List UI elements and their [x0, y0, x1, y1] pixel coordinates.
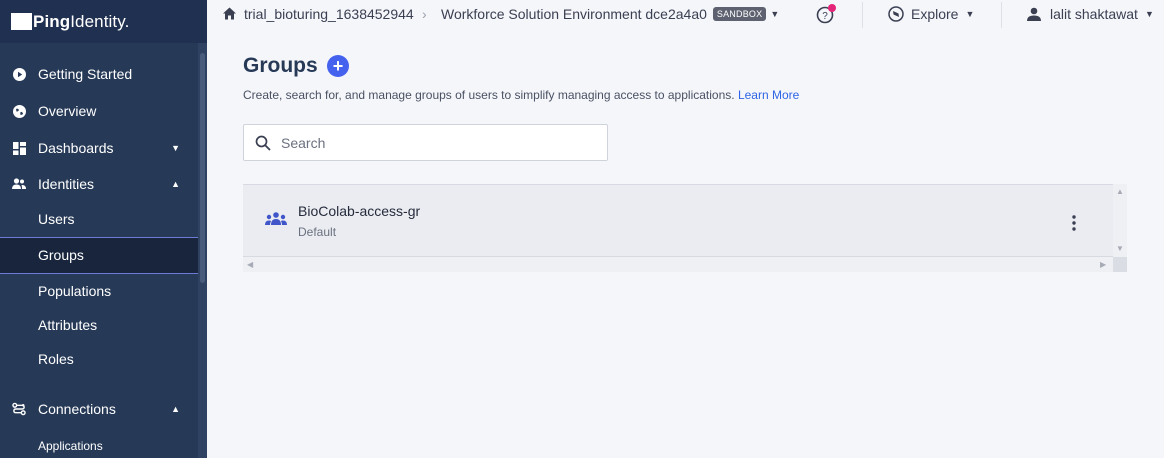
logo-light-text: Identity.	[70, 11, 130, 31]
sandbox-badge: SANDBOX	[712, 7, 767, 21]
chevron-down-icon: ▼	[1144, 9, 1154, 19]
scrollbar-corner	[1113, 257, 1127, 272]
group-name[interactable]: BioColab-access-gr	[298, 203, 420, 219]
sidebar-item-dashboards[interactable]: Dashboards ▼	[0, 137, 198, 159]
chevron-up-icon: ▲	[171, 404, 180, 414]
svg-text:?: ?	[822, 11, 828, 22]
explore-menu[interactable]: Explore ▼	[888, 6, 974, 22]
play-circle-icon	[12, 67, 26, 81]
compass-icon	[888, 6, 904, 22]
group-population: Default	[298, 225, 337, 239]
sidebar-item-attributes[interactable]: Attributes	[0, 308, 198, 342]
logo-bold-text: Ping	[33, 11, 71, 31]
page-description: Create, search for, and manage groups of…	[243, 88, 799, 102]
breadcrumb-environment: Workforce Solution Environment dce2a4a0	[441, 6, 707, 22]
sidebar-item-groups[interactable]: Groups	[0, 237, 198, 274]
globe-icon	[12, 104, 26, 118]
user-icon	[1027, 7, 1041, 21]
sidebar-item-label: Populations	[38, 283, 112, 299]
help-icon[interactable]: ?	[816, 4, 838, 27]
sidebar-item-overview[interactable]: Overview	[0, 100, 198, 122]
chevron-down-icon: ▼	[965, 9, 975, 19]
scroll-right-icon[interactable]: ▶	[1100, 260, 1106, 269]
horizontal-scrollbar[interactable]: ◀ ▶	[243, 257, 1113, 272]
sidebar-item-populations[interactable]: Populations	[0, 274, 198, 308]
sidebar-item-label: Attributes	[38, 317, 98, 333]
sidebar-item-label: Applications	[38, 439, 103, 453]
sidebar-item-label: Users	[38, 211, 75, 227]
sidebar-item-roles[interactable]: Roles	[0, 342, 198, 376]
description-text: Create, search for, and manage groups of…	[243, 88, 735, 102]
logo-mark	[11, 13, 32, 30]
sidebar: PingIdentity. Getting Started Overview D…	[0, 0, 207, 458]
dashboard-icon	[12, 141, 26, 155]
connections-icon	[12, 402, 26, 416]
sidebar-item-applications[interactable]: Applications	[0, 436, 198, 456]
sidebar-scrollbar-thumb[interactable]	[200, 53, 205, 283]
sidebar-item-label: Roles	[38, 351, 74, 367]
search-icon	[255, 135, 271, 151]
explore-label: Explore	[911, 6, 959, 22]
breadcrumb-org[interactable]: trial_bioturing_1638452944	[244, 6, 414, 22]
page-title: Groups	[243, 54, 318, 77]
group-icon	[265, 212, 287, 231]
groups-list: BioColab-access-gr Default ▲ ▼ ◀ ▶	[243, 184, 1127, 272]
ping-identity-logo[interactable]: PingIdentity.	[0, 0, 207, 43]
sidebar-item-label: Overview	[38, 103, 97, 119]
sidebar-item-connections[interactable]: Connections ▲	[0, 398, 198, 420]
user-menu[interactable]: lalit shaktawat ▼	[1027, 6, 1154, 22]
sidebar-item-label: Identities	[38, 176, 95, 192]
chevron-down-icon: ▼	[770, 9, 780, 19]
sidebar-scrollbar[interactable]	[198, 43, 207, 458]
environment-selector[interactable]: Workforce Solution Environment dce2a4a0 …	[441, 6, 779, 22]
more-options-icon[interactable]	[1066, 213, 1082, 233]
people-icon	[12, 177, 26, 191]
add-group-button[interactable]: +	[327, 55, 349, 77]
breadcrumb-separator: ›	[422, 6, 427, 22]
divider	[862, 2, 863, 28]
scroll-up-icon[interactable]: ▲	[1116, 187, 1124, 196]
scroll-down-icon[interactable]: ▼	[1116, 244, 1124, 253]
home-icon[interactable]	[223, 7, 236, 23]
sidebar-item-label: Dashboards	[38, 140, 114, 156]
sidebar-item-users[interactable]: Users	[0, 201, 198, 237]
sidebar-item-label: Getting Started	[38, 66, 133, 82]
sidebar-item-label: Groups	[38, 247, 84, 263]
sidebar-item-identities[interactable]: Identities ▲	[0, 173, 198, 195]
user-name: lalit shaktawat	[1050, 6, 1138, 22]
sidebar-item-getting-started[interactable]: Getting Started	[0, 63, 198, 85]
search-box[interactable]: Search	[243, 124, 608, 161]
learn-more-link[interactable]: Learn More	[738, 88, 799, 102]
search-input[interactable]: Search	[281, 135, 325, 151]
sidebar-item-label: Connections	[38, 401, 116, 417]
divider	[1001, 2, 1002, 28]
chevron-down-icon: ▼	[171, 143, 180, 153]
top-bar: trial_bioturing_1638452944 › Workforce S…	[207, 0, 1164, 30]
chevron-up-icon: ▲	[171, 179, 180, 189]
list-item[interactable]: BioColab-access-gr Default	[243, 184, 1113, 257]
scroll-left-icon[interactable]: ◀	[247, 260, 253, 269]
